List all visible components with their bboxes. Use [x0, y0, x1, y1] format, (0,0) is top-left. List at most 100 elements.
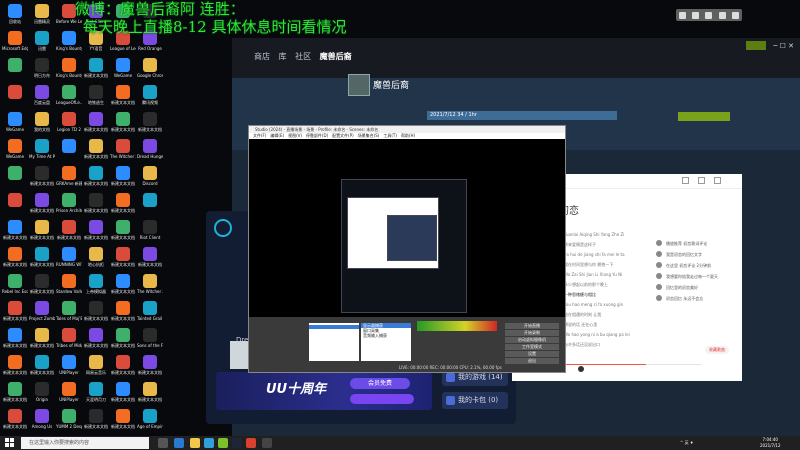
shortcut-icon — [89, 301, 103, 315]
obs-control-button[interactable]: 设置 — [505, 351, 559, 357]
shortcut-label: 新建文本文档 — [111, 370, 135, 375]
close-icon[interactable] — [714, 177, 721, 184]
commenter-avatar[interactable] — [656, 251, 662, 257]
obs-control-button[interactable]: 开始直播 — [505, 323, 559, 329]
obs-menu-item[interactable]: 帮助(H) — [401, 133, 415, 138]
like-button[interactable]: 收藏歌曲 — [705, 346, 729, 354]
shortcut-label: 我的文档 — [34, 127, 50, 132]
nav-profile[interactable]: 魔兽后裔 — [320, 52, 352, 61]
obs-menu-item[interactable]: 视图(V) — [288, 133, 302, 138]
window-controls[interactable]: ─ ☐ ✕ — [773, 42, 794, 50]
commenter-avatar[interactable] — [656, 284, 662, 290]
music-taskbar-icon[interactable] — [246, 438, 256, 448]
obs-control-button[interactable]: 开始录制 — [505, 330, 559, 336]
my-cards-button[interactable]: 我的卡包 (0) — [442, 392, 508, 409]
member-free-button[interactable]: 会员免费 — [350, 378, 410, 389]
obs-source-item[interactable]: 音频输入捕获 — [361, 333, 411, 338]
shortcut-icon — [62, 301, 76, 315]
sources-list[interactable]: 显示器捕获 窗口采集 音频输入捕获 — [361, 323, 411, 361]
shortcut-label: WeGame — [113, 73, 133, 78]
commenter-avatar[interactable] — [656, 262, 662, 268]
shortcut-label: Dread Hunger — [137, 154, 163, 159]
scenes-list[interactable] — [309, 323, 359, 361]
shortcut-icon — [143, 382, 157, 396]
obs-menu-item[interactable]: 配置文件(P) — [332, 133, 354, 138]
widget-icon[interactable] — [705, 11, 713, 19]
shortcut-icon — [89, 112, 103, 126]
edge-icon[interactable] — [174, 438, 184, 448]
stream-widget[interactable] — [676, 9, 742, 21]
widget-icon[interactable] — [679, 11, 687, 19]
widget-icon[interactable] — [731, 11, 739, 19]
shortcut-label: 新建文本文档 — [84, 154, 108, 159]
shortcut-icon — [143, 58, 157, 72]
widget-icon[interactable] — [718, 11, 726, 19]
shortcut-label: 地铁逃生 — [88, 100, 104, 105]
lyric-line: 能在相遇的时刻 让我 — [564, 312, 602, 317]
obs-control-button[interactable]: 退出 — [505, 358, 559, 364]
clock[interactable]: 7:04:40 2021/7/12 — [760, 437, 781, 449]
lyric-line: 原来爱情是这样子 — [564, 242, 596, 247]
obs-menu-item[interactable]: 编辑(E) — [270, 133, 284, 138]
uu-anniversary-banner[interactable]: Dread UU十周年 会员免费 — [216, 336, 432, 410]
maximize-icon[interactable] — [698, 177, 705, 184]
banner-brand: UU十周年 — [266, 382, 327, 397]
obs-menu-item[interactable]: 停靠部件(D) — [306, 133, 328, 138]
shortcut-icon — [143, 355, 157, 369]
windows-start-icon[interactable] — [5, 438, 15, 448]
shortcut-label: King's Bounty II — [56, 73, 82, 78]
nav-library[interactable]: 库 — [279, 52, 287, 61]
shortcut-label: 上帝模拟器 — [86, 289, 106, 294]
obs-control-button[interactable]: 工作室模式 — [505, 344, 559, 350]
shortcut-label: 新建文本文档 — [30, 262, 54, 267]
banner-secondary-button[interactable] — [350, 394, 414, 404]
nav-store[interactable]: 商店 — [254, 52, 270, 61]
obs-preview[interactable] — [249, 139, 565, 317]
progress-bar[interactable] — [562, 364, 702, 365]
shortcut-icon — [62, 328, 76, 342]
comment-text: 我是初恋的回忆文字 — [666, 252, 702, 257]
commenter-avatar[interactable] — [656, 273, 662, 279]
commenter-avatar[interactable] — [656, 295, 662, 301]
play-icon[interactable] — [578, 366, 584, 372]
steam-green-button[interactable] — [746, 41, 766, 50]
shortcut-label: Tales of Maj'Eyal — [56, 316, 82, 321]
nested-window-inner — [387, 215, 437, 261]
avatar[interactable] — [348, 74, 370, 96]
task-view-icon[interactable] — [158, 438, 168, 448]
play-button[interactable] — [678, 112, 730, 121]
shortcut-label: Stardew Valley — [56, 289, 82, 294]
obs-taskbar-icon[interactable] — [262, 438, 272, 448]
minimize-icon[interactable] — [682, 177, 689, 184]
widget-icon[interactable] — [692, 11, 700, 19]
obs-menu-item[interactable]: 文件(F) — [253, 133, 266, 138]
taskbar-search-input[interactable]: 在这里输入你要搜索的内容 — [21, 437, 149, 449]
obs-menu-item[interactable]: 工具(T) — [383, 133, 397, 138]
app-icon[interactable] — [218, 438, 228, 448]
shortcut-label: 新建文本文档 — [84, 343, 108, 348]
shortcut-icon — [116, 85, 130, 99]
shortcut-icon — [62, 166, 76, 180]
shortcut-label: 腾讯视频 — [142, 100, 158, 105]
shortcut-icon — [62, 193, 76, 207]
shortcut-icon — [8, 328, 22, 342]
nav-community[interactable]: 社区 — [295, 52, 311, 61]
shortcut-label: King's Bounty II — [56, 46, 82, 51]
obs-menu-item[interactable]: 场景集合(S) — [358, 133, 380, 138]
shortcut-label: 新建文本文档 — [111, 262, 135, 267]
lyric-line: Wo hao yong ni a bu qiang pa lei — [564, 332, 630, 337]
store-icon[interactable] — [204, 438, 214, 448]
shortcut-icon — [143, 166, 157, 180]
obs-control-button[interactable]: 启动虚拟摄像机 — [505, 337, 559, 343]
selected-scene[interactable] — [309, 325, 359, 329]
shortcut-label: 新建文本文档 — [138, 127, 162, 132]
shortcut-icon — [143, 112, 157, 126]
shortcut-label: RUNNING WITH RI... — [56, 262, 82, 267]
lyric-line: ya hui de jiang shi fa mei le ta — [564, 252, 625, 257]
explorer-icon[interactable] — [190, 438, 200, 448]
commenter-avatar[interactable] — [656, 240, 662, 246]
steam-taskbar-icon[interactable] — [232, 438, 242, 448]
shortcut-label: Age of Empires IV — [137, 424, 163, 429]
shortcut-icon — [116, 274, 130, 288]
system-tray[interactable]: ^ 英 ♦ — [680, 440, 693, 446]
